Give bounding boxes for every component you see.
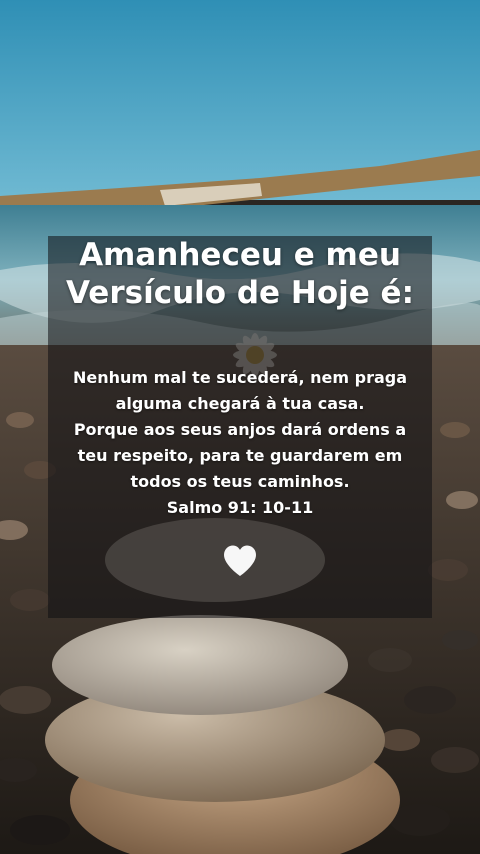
white-heart-icon [224,545,256,576]
verse-line-3: Porque aos seus anjos dará ordens a [73,420,407,439]
headline-line-2: Versículo de Hoje é: [66,275,414,311]
verse-text: Nenhum mal te sucederá, nem praga alguma… [56,365,424,521]
verse-reference: Salmo 91: 10-11 [166,498,314,517]
headline-line-1: Amanheceu e meu [79,237,401,273]
verse-line-4: teu respeito, para te guardarem em [77,446,403,465]
headline: Amanheceu e meu Versículo de Hoje é: [0,236,480,312]
verse-line-2: alguma chegará à tua casa. [115,394,365,413]
verse-line-5: todos os teus caminhos. [130,472,350,491]
verse-line-1: Nenhum mal te sucederá, nem praga [72,368,407,387]
